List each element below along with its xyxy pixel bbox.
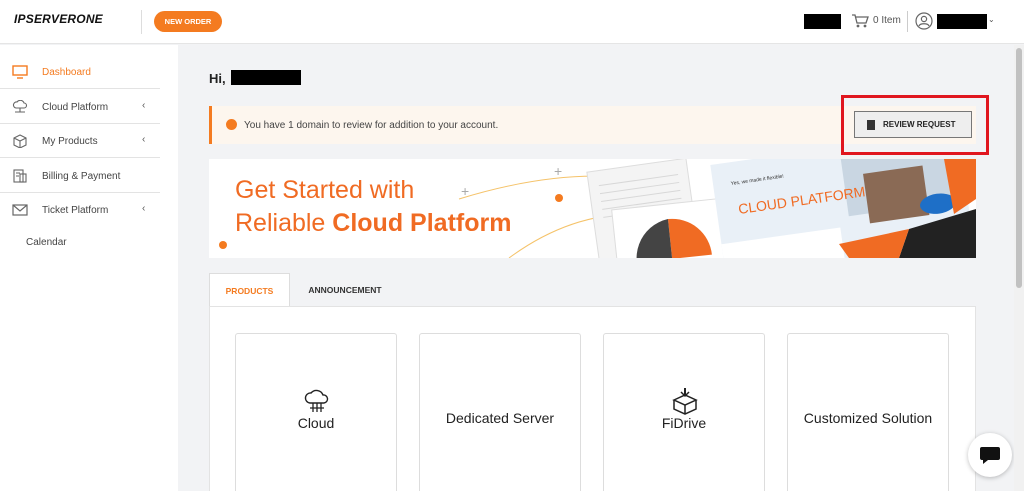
tab-products[interactable]: PRODUCTS <box>209 273 290 307</box>
live-chat-button[interactable] <box>968 433 1012 477</box>
envelope-icon <box>12 204 28 216</box>
card-title: FiDrive <box>661 415 707 431</box>
highlight-box <box>841 95 989 155</box>
chevron-down-icon[interactable]: ⌄ <box>988 15 995 24</box>
sidebar-item-cloud-platform[interactable]: Cloud Platform ‹ <box>0 90 160 124</box>
redacted-field <box>804 14 841 29</box>
sidebar-item-label: Cloud Platform <box>42 102 109 113</box>
redacted-username[interactable] <box>937 14 987 29</box>
brand-logo[interactable]: IPSERVERONE <box>14 12 103 26</box>
chevron-left-icon: ‹ <box>142 134 146 145</box>
sidebar-item-label: My Products <box>42 136 98 147</box>
alert-text: You have 1 domain to review for addition… <box>244 120 499 131</box>
product-card-fidrive[interactable]: FiDrive <box>603 333 765 491</box>
card-title: Customized Solution <box>803 410 933 426</box>
chevron-left-icon: ‹ <box>142 203 146 214</box>
product-card-customized-solution[interactable]: Customized Solution <box>787 333 949 491</box>
header-divider <box>907 11 908 32</box>
cart-icon[interactable] <box>851 13 869 29</box>
banner-heading-line1: Get Started with <box>235 176 415 204</box>
banner-line2-prefix: Reliable <box>235 209 333 237</box>
svg-text:+: + <box>461 183 469 199</box>
new-order-button[interactable]: NEW ORDER <box>154 11 222 32</box>
cloud-server-icon <box>304 389 329 412</box>
redacted-name <box>231 70 301 85</box>
product-card-dedicated-server[interactable]: Dedicated Server <box>419 333 581 491</box>
invoice-icon <box>13 169 27 183</box>
chevron-left-icon: ‹ <box>142 100 146 111</box>
alert-icon <box>226 119 237 130</box>
banner-heading-line2: Reliable Cloud Platform <box>235 209 511 238</box>
product-card-cloud[interactable]: Cloud <box>235 333 397 491</box>
sidebar: Dashboard Cloud Platform ‹ My Products ‹… <box>0 45 178 491</box>
greeting-text: Hi, <box>209 71 226 86</box>
sidebar-item-billing[interactable]: Billing & Payment <box>0 159 160 193</box>
chat-bubble-icon <box>980 447 1000 464</box>
scrollbar-thumb[interactable] <box>1016 48 1022 288</box>
sidebar-item-ticket-platform[interactable]: Ticket Platform ‹ <box>0 193 160 227</box>
sidebar-item-label: Billing & Payment <box>42 171 121 182</box>
card-title: Dedicated Server <box>445 410 555 426</box>
sidebar-item-dashboard[interactable]: Dashboard <box>0 55 160 89</box>
cart-count[interactable]: 0 Item <box>873 15 901 26</box>
top-header: IPSERVERONE NEW ORDER 0 Item ⌄ <box>0 0 1024 44</box>
monitor-icon <box>12 65 28 79</box>
sidebar-item-my-products[interactable]: My Products ‹ <box>0 124 160 158</box>
promo-banner[interactable]: + + CLOUD PLATFORM Yes, we made it flexi… <box>209 159 976 258</box>
sidebar-item-label: Dashboard <box>42 67 91 78</box>
header-divider <box>141 10 142 34</box>
cloud-network-icon <box>12 100 28 113</box>
box-icon <box>13 134 27 148</box>
drive-box-icon <box>672 388 698 415</box>
card-title: Cloud <box>297 415 335 431</box>
svg-text:+: + <box>554 163 562 179</box>
sidebar-item-label: Ticket Platform <box>42 205 109 216</box>
product-tabs: PRODUCTS ANNOUNCEMENT <box>209 273 976 307</box>
sidebar-item-calendar[interactable]: Calendar <box>26 237 67 248</box>
greeting: Hi, <box>209 71 226 86</box>
banner-line2-bold: Cloud Platform <box>332 209 512 237</box>
user-avatar-icon[interactable] <box>915 12 933 30</box>
tab-announcement[interactable]: ANNOUNCEMENT <box>295 273 395 307</box>
